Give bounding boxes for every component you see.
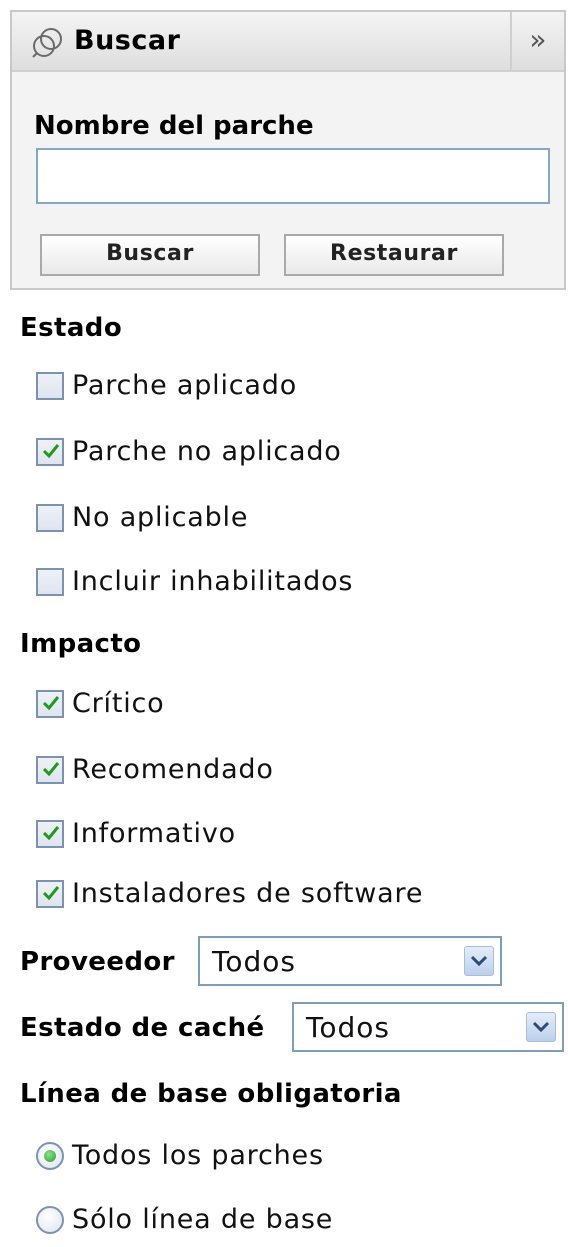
estado-cache-label: Estado de caché [20, 1013, 265, 1043]
option-label: Informativo [72, 818, 236, 849]
estado-section-title: Estado [20, 313, 123, 343]
checkbox[interactable] [36, 372, 64, 400]
option-label: Recomendado [72, 754, 274, 785]
option-label: Sólo línea de base [72, 1204, 334, 1235]
impacto-section-title: Impacto [20, 629, 142, 659]
checkbox[interactable] [36, 690, 64, 718]
search-button[interactable]: Buscar [40, 234, 260, 276]
reset-button[interactable]: Restaurar [284, 234, 504, 276]
proveedor-label: Proveedor [20, 947, 175, 977]
checkbox[interactable] [36, 504, 64, 532]
search-panel: Buscar » Nombre del parche Buscar Restau… [10, 10, 566, 290]
option-label: No aplicable [72, 502, 249, 533]
checkbox[interactable] [36, 880, 64, 908]
baseline-section-title: Línea de base obligatoria [20, 1079, 402, 1109]
double-chevron-right-icon[interactable]: » [510, 12, 564, 70]
option-label: Todos los parches [72, 1140, 324, 1171]
checkbox[interactable] [36, 820, 64, 848]
chevron-down-icon[interactable] [464, 946, 494, 976]
checkbox[interactable] [36, 438, 64, 466]
option-label: Crítico [72, 688, 165, 719]
option-label: Parche aplicado [72, 370, 298, 401]
search-panel-header: Buscar » [12, 12, 564, 72]
proveedor-select[interactable]: Todos [198, 936, 502, 986]
checkbox[interactable] [36, 756, 64, 784]
chevron-down-icon[interactable] [526, 1012, 556, 1042]
patch-name-label: Nombre del parche [34, 111, 314, 141]
estado-cache-select-value: Todos [306, 1011, 390, 1044]
search-rings-icon [30, 26, 66, 60]
estado-cache-select[interactable]: Todos [292, 1002, 564, 1052]
option-label: Instaladores de software [72, 878, 424, 909]
option-label: Incluir inhabilitados [72, 566, 354, 597]
radio-button[interactable] [36, 1142, 64, 1170]
radio-button[interactable] [36, 1206, 64, 1234]
radio-dot [44, 1150, 56, 1162]
proveedor-select-value: Todos [212, 945, 296, 978]
option-label: Parche no aplicado [72, 436, 342, 467]
checkbox[interactable] [36, 568, 64, 596]
search-panel-title: Buscar [74, 25, 181, 56]
patch-name-input[interactable] [36, 148, 550, 204]
